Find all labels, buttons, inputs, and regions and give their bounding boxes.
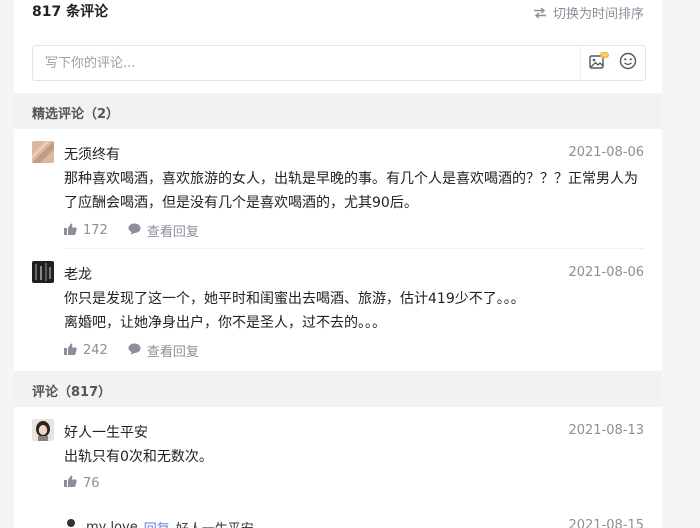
like-button[interactable]: 76 [64, 475, 100, 491]
comment-text-line: 出轨只有0次和无数次。 [64, 449, 213, 465]
emoji-icon[interactable] [619, 52, 637, 74]
avatar[interactable] [62, 516, 80, 528]
comment-text: 那种喜欢喝酒，喜欢旅游的女人，出轨是早晚的事。有几个人是喜欢喝酒的？？？正常男人… [64, 167, 644, 215]
chat-bubble-icon [128, 343, 141, 359]
chat-bubble-icon [128, 223, 141, 239]
comment-input-box: VIP [32, 45, 646, 81]
avatar[interactable] [32, 419, 54, 441]
comment-actions: 172 查看回复 [64, 221, 199, 240]
view-replies-label: 查看回复 [146, 345, 199, 360]
like-button[interactable]: 172 [64, 223, 108, 239]
vip-image-upload-icon[interactable]: VIP [589, 52, 609, 74]
reply-username[interactable]: my love [86, 520, 138, 528]
like-count: 76 [83, 475, 100, 491]
comment-text-line: 离婚吧，让她净身出户，你不是圣人，过不去的。。。 [64, 315, 386, 331]
sort-toggle-button[interactable]: 切换为时间排序 [533, 3, 644, 22]
comment-username[interactable]: 老龙 [64, 264, 92, 284]
comment-text: 出轨只有0次和无数次。 [64, 445, 644, 469]
comment-username[interactable]: 好人一生平安 [64, 422, 148, 442]
featured-section-title: 精选评论（2） [32, 107, 120, 122]
comments-header: 817 条评论 切换为时间排序 [14, 0, 662, 40]
all-comments-section-header: 评论（817） [14, 371, 662, 407]
svg-text:VIP: VIP [601, 53, 608, 58]
comment-actions: 242 查看回复 [64, 341, 199, 360]
comment-item: 好人一生平安 2021-08-13 出轨只有0次和无数次。 76 [32, 419, 644, 501]
reply-target-username[interactable]: 好人一生平安 [176, 518, 254, 528]
reply-keyword: 回复 [144, 518, 170, 528]
comment-actions: 76 [64, 475, 100, 491]
comment-input[interactable] [43, 52, 567, 74]
like-count: 242 [83, 343, 108, 358]
comment-date: 2021-08-13 [568, 423, 644, 438]
comment-date: 2021-08-06 [568, 145, 644, 160]
avatar[interactable] [32, 261, 54, 283]
comment-text-line: 了应酬会喝酒，但是没有几个是喜欢喝酒的，尤其90后。 [64, 195, 418, 211]
swap-icon [533, 6, 547, 19]
comment-text-line: 你只是发现了这一个，她平时和闺蜜出去喝酒、旅游，估计419少不了。。。 [64, 291, 525, 307]
comment-count-title: 817 条评论 [32, 4, 109, 20]
featured-section-header: 精选评论（2） [14, 93, 662, 129]
thumbs-up-icon [64, 223, 77, 239]
reply-item: my love 回复 好人一生平安 [62, 516, 254, 528]
thumbs-up-icon [64, 343, 77, 359]
thumbs-up-icon [64, 475, 77, 491]
like-button[interactable]: 242 [64, 343, 108, 359]
comment-username[interactable]: 无须终有 [64, 144, 120, 164]
comment-item: 无须终有 2021-08-06 那种喜欢喝酒，喜欢旅游的女人，出轨是早晚的事。有… [32, 141, 644, 249]
view-replies-button[interactable]: 查看回复 [128, 341, 199, 360]
avatar[interactable] [32, 141, 54, 163]
like-count: 172 [83, 223, 108, 238]
comment-text: 你只是发现了这一个，她平时和闺蜜出去喝酒、旅游，估计419少不了。。。 离婚吧，… [64, 287, 644, 335]
comment-item: 老龙 2021-08-06 你只是发现了这一个，她平时和闺蜜出去喝酒、旅游，估计… [32, 261, 644, 369]
comments-panel: 817 条评论 切换为时间排序 VIP [14, 0, 662, 528]
sort-toggle-label: 切换为时间排序 [552, 7, 644, 22]
view-replies-label: 查看回复 [146, 225, 199, 240]
view-replies-button[interactable]: 查看回复 [128, 221, 199, 240]
comment-text-line: 那种喜欢喝酒，喜欢旅游的女人，出轨是早晚的事。有几个人是喜欢喝酒的？？？正常男人… [64, 171, 638, 187]
comment-divider [64, 248, 644, 249]
comment-date: 2021-08-06 [568, 265, 644, 280]
input-tools: VIP [580, 46, 645, 80]
reply-date: 2021-08-15 [568, 518, 644, 528]
all-comments-section-title: 评论（817） [32, 385, 112, 400]
